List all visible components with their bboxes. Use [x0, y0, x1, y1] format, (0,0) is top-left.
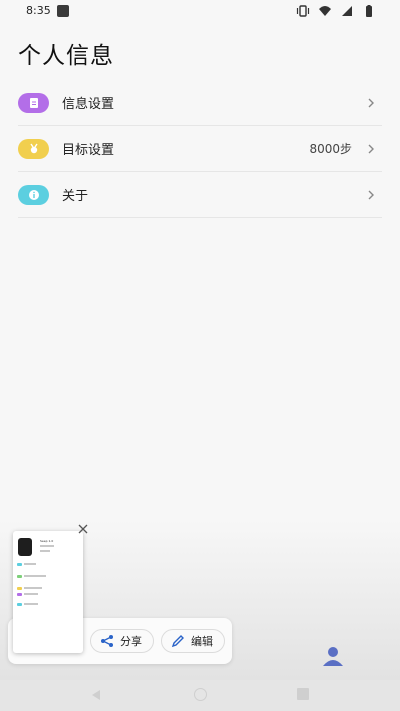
edit-button-label: 编辑	[191, 635, 213, 648]
watch-image	[18, 538, 32, 556]
share-button[interactable]: 分享	[90, 629, 154, 653]
thumbnail-line	[24, 593, 38, 595]
battery-icon	[366, 5, 372, 17]
menu-item-label: 目标设置	[62, 143, 115, 158]
thumbnail-line	[24, 563, 36, 565]
screenshot-thumbnail[interactable]: Seep 1.0	[13, 531, 83, 653]
status-icons	[296, 4, 376, 18]
medal-icon	[18, 138, 49, 159]
thumbnail-dot	[17, 563, 22, 566]
thumbnail-line	[24, 587, 42, 589]
thumbnail-dot	[17, 587, 22, 590]
thumbnail-title: Seep 1.0	[40, 539, 54, 543]
thumbnail-line	[40, 545, 54, 547]
pencil-icon	[171, 635, 184, 648]
settings-list: 信息设置 目标设置 8000步 关于	[18, 80, 382, 218]
notification-icon	[57, 5, 69, 17]
recent-apps-icon[interactable]	[297, 688, 309, 700]
menu-item-info-settings[interactable]: 信息设置	[18, 80, 382, 126]
home-icon[interactable]	[194, 688, 207, 701]
chevron-right-icon	[368, 144, 374, 153]
share-button-label: 分享	[120, 635, 142, 648]
chevron-right-icon	[368, 190, 374, 199]
thumbnail-line	[24, 603, 38, 605]
share-icon	[101, 635, 113, 647]
thumbnail-dot	[17, 603, 22, 606]
menu-item-goal-settings[interactable]: 目标设置 8000步	[18, 126, 382, 172]
step-goal-value: 8000步	[309, 142, 352, 156]
profile-icon[interactable]	[322, 646, 344, 666]
menu-item-label: 关于	[62, 189, 89, 204]
signal-icon	[342, 6, 352, 16]
info-icon	[18, 184, 49, 205]
wifi-icon	[319, 6, 331, 16]
page-title: 个人信息	[18, 43, 114, 69]
thumbnail-nav	[13, 639, 83, 653]
close-icon[interactable]	[77, 523, 89, 535]
thumbnail-line	[40, 550, 50, 552]
thumbnail-dot	[17, 593, 22, 596]
vibrate-icon	[296, 5, 310, 17]
document-icon	[18, 92, 49, 113]
thumbnail-dot	[17, 575, 22, 578]
menu-item-about[interactable]: 关于	[18, 172, 382, 218]
menu-item-label: 信息设置	[62, 97, 115, 112]
thumbnail-line	[24, 575, 46, 577]
back-icon[interactable]	[90, 689, 102, 701]
edit-button[interactable]: 编辑	[161, 629, 225, 653]
chevron-right-icon	[368, 98, 374, 107]
status-time: 8:35	[26, 4, 51, 17]
status-bar: 8:35	[0, 0, 400, 24]
